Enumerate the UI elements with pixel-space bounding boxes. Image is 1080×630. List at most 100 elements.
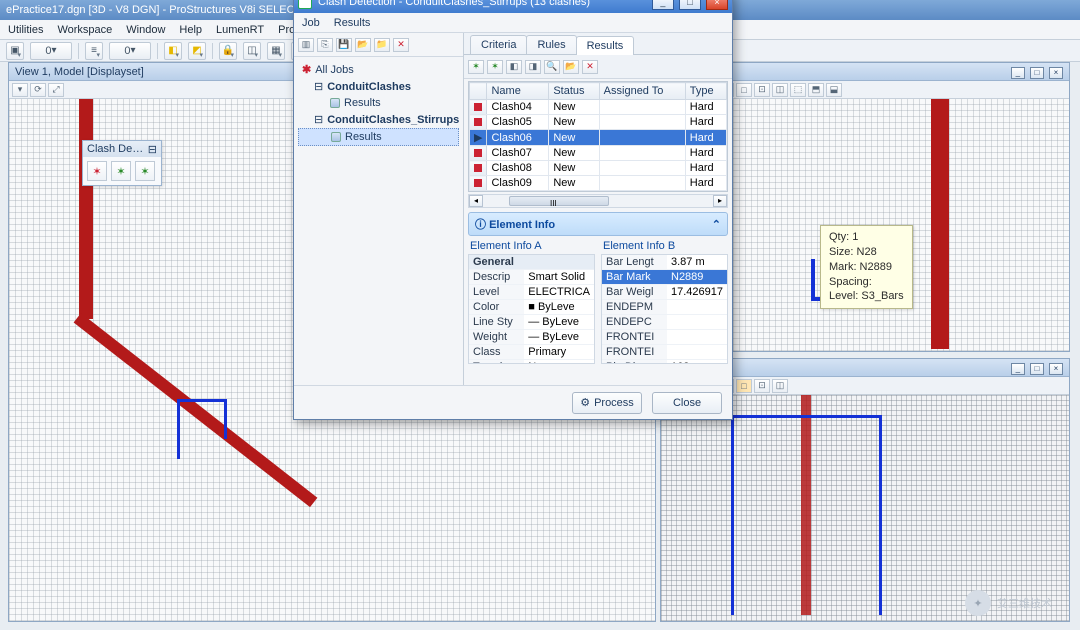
tab-criteria[interactable]: Criteria — [470, 35, 527, 54]
toolbar-separator — [157, 43, 158, 59]
toolbar-button[interactable]: ≡ — [85, 42, 103, 60]
jobs-tree[interactable]: ✱All Jobs ⊟ ConduitClashes Results ⊟ Con… — [294, 57, 463, 150]
results-icon — [331, 132, 341, 142]
tree-save-icon[interactable]: 💾 — [336, 38, 352, 52]
dialog-title: Clash Detection - ConduitClashes_Stirrup… — [318, 0, 590, 8]
model-blue-stirrup — [177, 399, 180, 459]
tab-rules[interactable]: Rules — [526, 35, 576, 54]
results-delete-icon[interactable]: ✕ — [582, 60, 598, 74]
clash-tool-icon[interactable]: ✶ — [87, 161, 107, 181]
menu-utilities[interactable]: Utilities — [8, 24, 43, 36]
view-tool-icon[interactable]: ⊡ — [754, 379, 770, 393]
view-tool-icon[interactable]: ▾ — [12, 83, 28, 97]
view-tool-icon[interactable]: ◫ — [772, 83, 788, 97]
scroll-thumb[interactable]: III — [509, 196, 609, 206]
grid-header[interactable] — [470, 83, 487, 100]
toolbar-combo-1[interactable]: 0 ▾ — [30, 42, 72, 60]
maximize-icon[interactable]: □ — [1030, 67, 1044, 79]
view-tool-icon[interactable]: ⬚ — [790, 83, 806, 97]
grid-hscrollbar[interactable]: ◂ III ▸ — [468, 194, 728, 208]
menu-window[interactable]: Window — [126, 24, 165, 36]
pin-icon[interactable]: ⊟ — [148, 143, 157, 156]
watermark: ✦ 艾三维技术 — [965, 590, 1052, 616]
table-row[interactable]: Clash07NewHard — [470, 146, 727, 161]
view-tool-icon[interactable]: ⬒ — [808, 83, 824, 97]
maximize-icon[interactable]: □ — [1030, 363, 1044, 375]
dialog-menu-results[interactable]: Results — [334, 17, 371, 29]
minimize-icon[interactable]: _ — [1011, 67, 1025, 79]
dialog-maximize-icon[interactable]: □ — [679, 0, 701, 10]
toolbar-button[interactable]: ◩ — [188, 42, 206, 60]
toolbar-button[interactable]: ▦ — [267, 42, 285, 60]
toolbar-button[interactable]: ◧ — [164, 42, 182, 60]
results-tool-icon[interactable]: ◧ — [506, 60, 522, 74]
menu-help[interactable]: Help — [179, 24, 202, 36]
tree-job-2-results[interactable]: Results — [298, 128, 459, 146]
results-tool-icon[interactable]: ◨ — [525, 60, 541, 74]
clash-tool-icon[interactable]: ✶ — [111, 161, 131, 181]
tree-job-1[interactable]: ⊟ ConduitClashes — [298, 78, 459, 95]
toolbar-separator — [78, 43, 79, 59]
hover-tooltip: Qty: 1 Size: N28 Mark: N2889 Spacing: Le… — [820, 225, 913, 309]
dialog-minimize-icon[interactable]: _ — [652, 0, 674, 10]
minimize-icon[interactable]: _ — [1011, 363, 1025, 375]
dialog-menu-job[interactable]: Job — [302, 17, 320, 29]
dialog-close-icon[interactable]: × — [706, 0, 728, 10]
table-row[interactable]: Clash04NewHard — [470, 100, 727, 115]
tree-copy-icon[interactable]: ⎘ — [317, 38, 333, 52]
toolbar-button[interactable]: ▣ — [6, 42, 24, 60]
close-button[interactable]: Close — [652, 392, 722, 414]
clash-tool-icon[interactable]: ✶ — [135, 161, 155, 181]
dialog-menubar: Job Results — [294, 13, 732, 33]
view-tool-icon[interactable]: ⊡ — [754, 83, 770, 97]
results-grid[interactable]: Name Status Assigned To Type Clash04NewH… — [468, 81, 728, 192]
results-tool-icon[interactable]: ✶ — [487, 60, 503, 74]
results-icon — [330, 98, 340, 108]
grid-header-assigned[interactable]: Assigned To — [599, 83, 685, 100]
view-3-canvas[interactable] — [661, 395, 1069, 621]
scroll-right-icon[interactable]: ▸ — [713, 195, 727, 207]
process-button[interactable]: ⚙Process — [572, 392, 642, 414]
chevron-up-icon[interactable]: ⌃ — [712, 218, 721, 231]
tree-job-2[interactable]: ⊟ ConduitClashes_Stirrups — [298, 111, 459, 128]
grid-header-status[interactable]: Status — [549, 83, 599, 100]
view-tool-icon[interactable]: ⤢ — [48, 83, 64, 97]
scroll-left-icon[interactable]: ◂ — [469, 195, 483, 207]
tree-folder-icon[interactable]: 📁 — [374, 38, 390, 52]
table-row-selected[interactable]: ▶Clash06NewHard — [470, 130, 727, 146]
dialog-titlebar[interactable]: Clash Detection - ConduitClashes_Stirrup… — [294, 0, 732, 13]
results-tool-icon[interactable]: ✶ — [468, 60, 484, 74]
tree-open-icon[interactable]: 📂 — [355, 38, 371, 52]
table-row[interactable]: Clash08NewHard — [470, 161, 727, 176]
tree-delete-icon[interactable]: ✕ — [393, 38, 409, 52]
table-row[interactable]: Clash05NewHard — [470, 115, 727, 130]
grid-header-name[interactable]: Name — [487, 83, 549, 100]
view-tool-icon[interactable]: ⟳ — [30, 83, 46, 97]
results-tool-icon[interactable]: 📂 — [563, 60, 579, 74]
results-tool-icon[interactable]: 🔍 — [544, 60, 560, 74]
model-blue-stirrup — [731, 415, 881, 418]
view-tool-icon[interactable]: □ — [736, 83, 752, 97]
toolbar-button[interactable]: ◫ — [243, 42, 261, 60]
element-info-a-grid[interactable]: General DescripSmart Solid LevelELECTRIC… — [468, 254, 595, 364]
clash-palette[interactable]: Clash De… ⊟ ✶ ✶ ✶ — [82, 140, 162, 186]
dialog-icon — [298, 0, 312, 9]
tree-root[interactable]: ✱All Jobs — [298, 61, 459, 78]
grid-header-type[interactable]: Type — [685, 83, 726, 100]
view-tool-icon[interactable]: ⬓ — [826, 83, 842, 97]
element-info-b-grid[interactable]: Bar Lengt3.87 m Bar MarkN2889 Bar Weigl1… — [601, 254, 728, 364]
view-tool-icon[interactable]: ◫ — [772, 379, 788, 393]
close-icon[interactable]: × — [1049, 67, 1063, 79]
toolbar-lock-icon[interactable]: 🔒 — [219, 42, 237, 60]
table-row[interactable]: Clash09NewHard — [470, 176, 727, 191]
view-tool-icon[interactable]: □ — [736, 379, 752, 393]
toolbar-combo-2[interactable]: 0 ▾ — [109, 42, 151, 60]
element-info-header[interactable]: ⓘ Element Info ⌃ — [468, 212, 728, 236]
menu-workspace[interactable]: Workspace — [57, 24, 112, 36]
menu-lumenrt[interactable]: LumenRT — [216, 24, 264, 36]
tree-new-icon[interactable]: ▥ — [298, 38, 314, 52]
dialog-tree-panel: ▥ ⎘ 💾 📂 📁 ✕ ✱All Jobs ⊟ ConduitClashes R… — [294, 33, 464, 385]
close-icon[interactable]: × — [1049, 363, 1063, 375]
tab-results[interactable]: Results — [576, 36, 635, 55]
tree-job-1-results[interactable]: Results — [298, 95, 459, 111]
